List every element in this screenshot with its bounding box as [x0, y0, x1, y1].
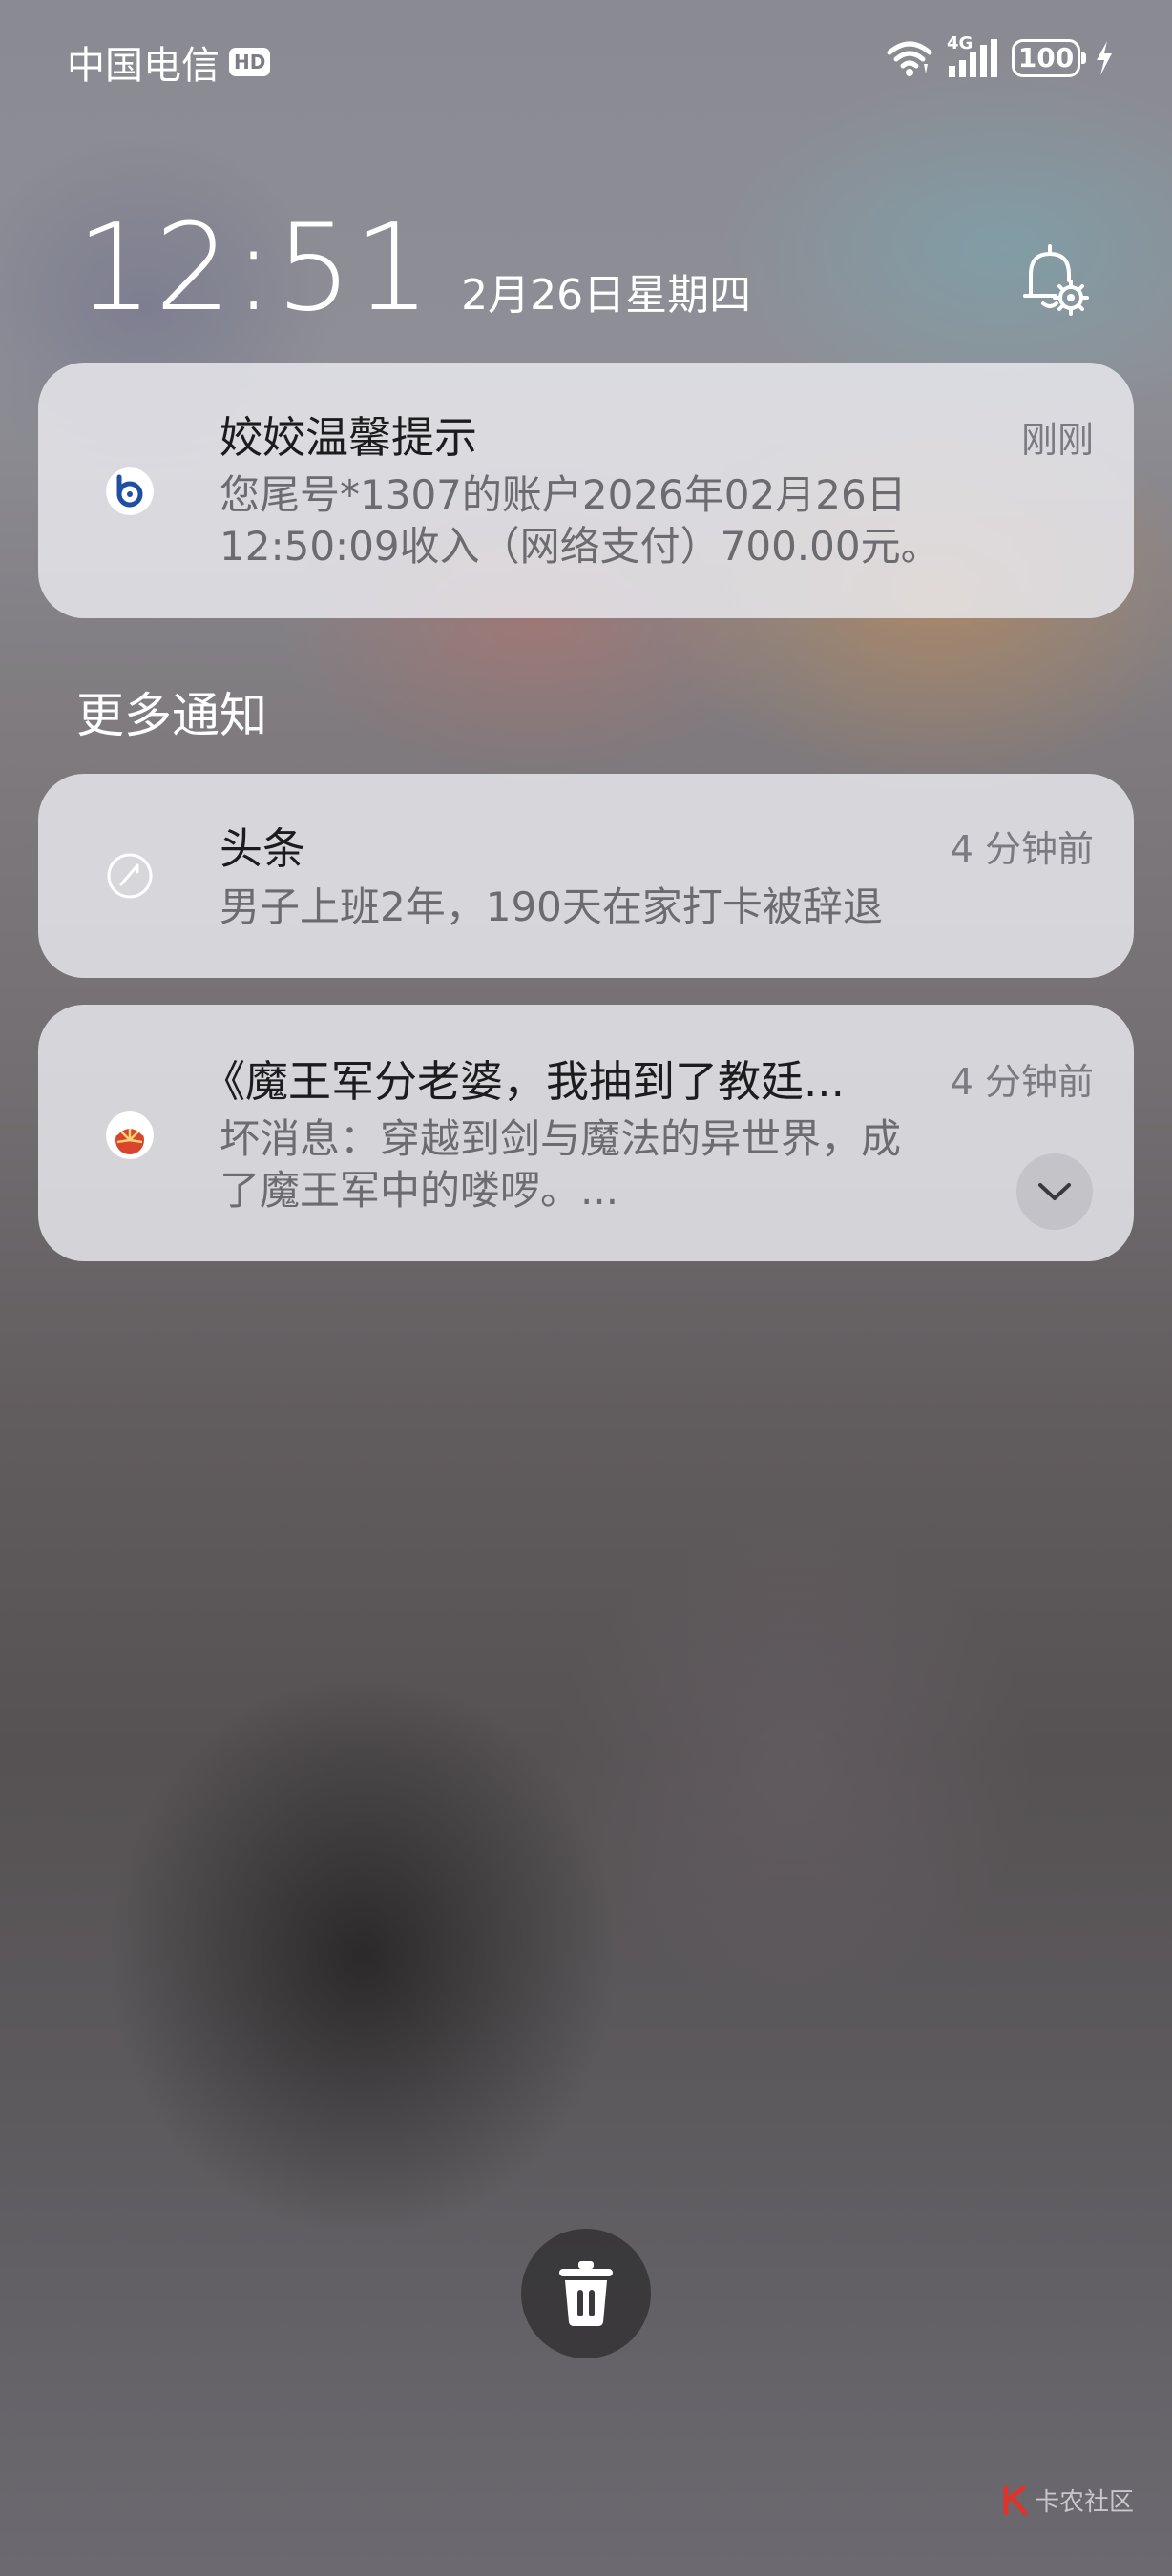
- battery-icon: 100: [1012, 39, 1086, 77]
- lock-clock: 12:51 2月26日星期四: [76, 208, 751, 328]
- notification-card-bank[interactable]: 姣姣温馨提示 刚刚 您尾号*1307的账户2026年02月26日 12:50:0…: [38, 363, 1134, 618]
- notification-body-line: 12:50:09收入（网络支付）700.00元。: [220, 523, 941, 570]
- charging-icon: [1097, 41, 1112, 75]
- notification-time: 4 分钟前: [950, 1061, 1094, 1103]
- wifi-icon: [887, 41, 932, 76]
- notification-body: 男子上班2年，190天在家打卡被辞退: [220, 882, 883, 933]
- notification-time: 4 分钟前: [950, 828, 1094, 870]
- trash-icon: [559, 2261, 613, 2326]
- notification-body-line: 了魔王军中的喽啰。...: [220, 1167, 619, 1214]
- notification-body-line: 男子上班2年，190天在家打卡被辞退: [220, 883, 883, 930]
- notification-body-line: 坏消息：穿越到剑与魔法的异世界，成: [220, 1115, 902, 1162]
- hd-badge: HD: [229, 48, 271, 76]
- battery-level: 100: [1017, 42, 1075, 73]
- more-notifications-label: 更多通知: [76, 688, 267, 743]
- watermark-text: 卡农社区: [1035, 2488, 1135, 2517]
- bell-settings-icon[interactable]: [1012, 239, 1092, 319]
- carrier: 中国电信 HD: [67, 34, 271, 90]
- signal-icon: 4G: [947, 33, 998, 79]
- notification-title: 姣姣温馨提示: [220, 412, 478, 463]
- notification-title: 《魔王军分老婆，我抽到了教廷...: [202, 1056, 845, 1107]
- notification-body: 您尾号*1307的账户2026年02月26日 12:50:09收入（网络支付）7…: [220, 469, 941, 572]
- clear-all-button[interactable]: [521, 2229, 651, 2358]
- toutiao-app-icon: [107, 853, 153, 899]
- carrier-name: 中国电信: [67, 44, 220, 88]
- lock-time: 12:51: [76, 197, 433, 338]
- bank-app-icon: [106, 467, 154, 515]
- notification-time: 刚刚: [1020, 419, 1094, 461]
- status-icons: 4G 100: [886, 33, 1115, 82]
- notification-body: 坏消息：穿越到剑与魔法的异世界，成 了魔王军中的喽啰。...: [220, 1113, 901, 1216]
- status-bar: 中国电信 HD 4G 100: [0, 0, 1172, 114]
- watermark: 卡农社区: [1002, 2483, 1134, 2518]
- novel-app-icon: [106, 1111, 154, 1159]
- notification-body-line: 您尾号*1307的账户2026年02月26日: [220, 471, 907, 518]
- notification-title: 头条: [220, 823, 306, 874]
- chevron-down-icon: [1038, 1183, 1071, 1200]
- expand-button[interactable]: [1016, 1153, 1093, 1230]
- watermark-logo-icon: [1003, 2485, 1028, 2515]
- lock-date: 2月26日星期四: [461, 271, 752, 320]
- notification-card-novel[interactable]: 《魔王军分老婆，我抽到了教廷... 4 分钟前 坏消息：穿越到剑与魔法的异世界，…: [38, 1005, 1134, 1261]
- notification-card-toutiao[interactable]: 头条 4 分钟前 男子上班2年，190天在家打卡被辞退: [38, 774, 1134, 978]
